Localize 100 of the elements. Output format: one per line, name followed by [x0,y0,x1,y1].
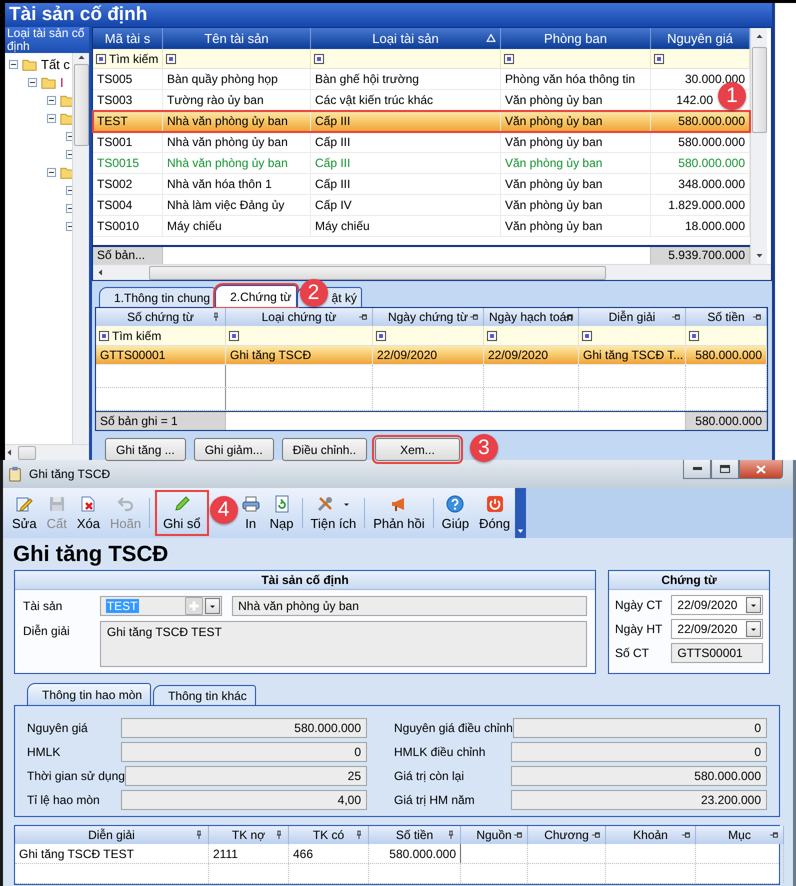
toolbar-button[interactable]: Đóng [474,488,516,538]
expander-icon[interactable] [28,78,37,86]
column-header[interactable]: Mã tài s [93,28,163,49]
column-header[interactable]: Ngày chứng từ [373,308,484,326]
column-header[interactable]: Chương [528,826,606,844]
toolbar-button[interactable]: Sửa [7,488,42,538]
column-header[interactable]: Loại chứng từ [226,308,373,326]
value-field[interactable]: 0 [512,718,767,738]
value-field[interactable]: 580.000.000 [511,766,767,786]
pin-icon[interactable] [194,830,204,840]
toolbar-button[interactable]: Tiện ích [306,488,362,538]
filter-icon[interactable] [504,54,514,64]
arrow-icon[interactable] [96,268,105,277]
pin-icon[interactable] [358,312,368,322]
scrollbar-thumb[interactable] [149,266,606,280]
column-header[interactable]: Tên tài sản [163,28,311,49]
tab[interactable]: Thông tin khác [153,685,256,705]
value-field[interactable]: 0 [511,742,767,762]
arrow-icon[interactable] [754,251,764,260]
column-header[interactable]: Diễn giải [579,308,686,326]
filter-icon[interactable] [166,54,176,64]
filter-icon[interactable] [582,330,592,340]
pin-icon[interactable] [469,312,479,322]
column-header[interactable]: Nguyên giá [651,28,750,49]
asset-name-field[interactable]: Nhà văn phòng ủy ban [232,596,587,616]
filter-icon[interactable] [689,330,699,340]
filter-icon[interactable] [96,54,106,64]
arrow-icon[interactable] [76,53,86,62]
tab[interactable]: 1.Thông tin chung [99,287,216,307]
filter-icon[interactable] [376,330,386,340]
toolbar-button[interactable]: Phản hồi [368,488,430,538]
toolbar-button[interactable]: In [236,488,265,538]
column-header[interactable]: TK có [289,826,369,844]
date-field[interactable]: 22/09/2020 [671,619,763,639]
filter-icon[interactable] [229,330,239,340]
vertical-scrollbar[interactable] [750,28,767,264]
column-header[interactable]: Mục [696,826,784,844]
action-button[interactable]: Ghi tăng ... [105,438,186,461]
pin-icon[interactable] [274,830,284,840]
tree-item[interactable]: Tất c [41,56,70,72]
arrow-icon[interactable] [754,32,764,41]
pin-icon[interactable] [513,830,523,840]
pin-icon[interactable] [769,830,779,840]
maximize-button[interactable] [711,460,739,479]
action-button[interactable]: Ghi giảm... [194,438,274,461]
filter-icon[interactable] [654,54,664,64]
toolbar-button[interactable]: Xóa [72,488,105,538]
close-button[interactable] [739,460,783,479]
value-field[interactable]: 580.000.000 [121,718,367,738]
description-field[interactable]: Ghi tăng TSCĐ TEST [100,621,587,667]
expander-icon[interactable] [9,60,18,68]
tab[interactable]: Thông tin hao mòn [27,683,152,705]
pin-icon[interactable] [671,312,681,322]
tree-item[interactable]: I [60,74,64,90]
pin-icon[interactable] [211,312,221,322]
minimize-button[interactable] [683,460,711,479]
table-row[interactable]: TS0015 Nhà văn phòng ủy ban Cấp III Văn phòng ủy ban 580.000.000 [93,153,750,174]
pin-icon[interactable] [752,312,762,322]
dropdown-button[interactable] [746,597,761,613]
table-row[interactable]: TS001 Nhà văn phòng ủy ban Cấp III Văn phòng ủy ban 580.000.000 [93,132,750,154]
scrollbar-thumb[interactable] [74,64,88,146]
dropdown-button[interactable] [746,621,761,637]
table-row[interactable]: TS002 Nhà văn hóa thôn 1 Cấp III Văn phòng ủy ban 348.000.000 [93,174,750,196]
filter-field[interactable]: Tìm kiếm [109,52,162,66]
value-field[interactable]: 4,00 [121,790,367,810]
filter-field[interactable]: Tìm kiếm [112,328,225,342]
date-field[interactable]: 22/09/2020 [671,595,763,615]
expander-icon[interactable] [47,114,56,122]
horizontal-scrollbar[interactable] [93,264,771,280]
toolbar-button[interactable]: Nạp [264,488,298,538]
table-row[interactable]: TS004 Nhà làm việc Đảng ủy Cấp IV Văn phòng ủy ban 1.829.000.000 [93,195,750,216]
pin-icon[interactable] [591,830,601,840]
filter-icon[interactable] [99,330,109,340]
table-row[interactable]: TS0010 Máy chiếu Máy chiếu Văn phòng ủy ban 18.000.000 [93,216,750,238]
action-button[interactable]: Xem... [375,438,460,461]
filter-icon[interactable] [314,54,324,64]
toolbar-button[interactable]: Ghi sổ [153,488,211,538]
horizontal-scrollbar[interactable] [5,444,89,460]
overflow-button[interactable] [515,488,526,538]
column-header[interactable]: Khoản [606,826,696,844]
filter-icon[interactable] [487,330,497,340]
table-row[interactable]: GTTS00001 Ghi tăng TSCĐ 22/09/2020 22/09/2020 Ghi tăng TSCĐ T... 580.000.000 [96,346,767,365]
column-header[interactable]: Diễn giải [15,826,209,844]
action-button[interactable]: Điều chỉnh.. [282,438,368,461]
column-header[interactable]: Số tiền [686,308,767,326]
column-header[interactable]: Số tiền [369,826,461,844]
value-field[interactable]: 25 [124,766,367,786]
column-header[interactable]: Loại tài sản [311,28,501,49]
value-field[interactable]: 23.200.000 [511,790,767,810]
dropdown-button[interactable] [205,598,220,614]
pin-icon[interactable] [681,830,691,840]
table-row[interactable]: TEST Nhà văn phòng ủy ban Cấp III Văn phòng ủy ban 580.000.000 [93,111,750,132]
arrow-icon[interactable] [5,448,14,457]
column-header[interactable]: Phòng ban [501,28,651,49]
column-header[interactable]: Số chứng từ [96,308,226,326]
pin-icon[interactable] [354,830,364,840]
expander-icon[interactable] [47,168,56,176]
column-header[interactable]: TK nợ [209,826,289,844]
scrollbar-thumb[interactable] [18,446,36,460]
toolbar-button[interactable]: Giúp [436,488,474,538]
